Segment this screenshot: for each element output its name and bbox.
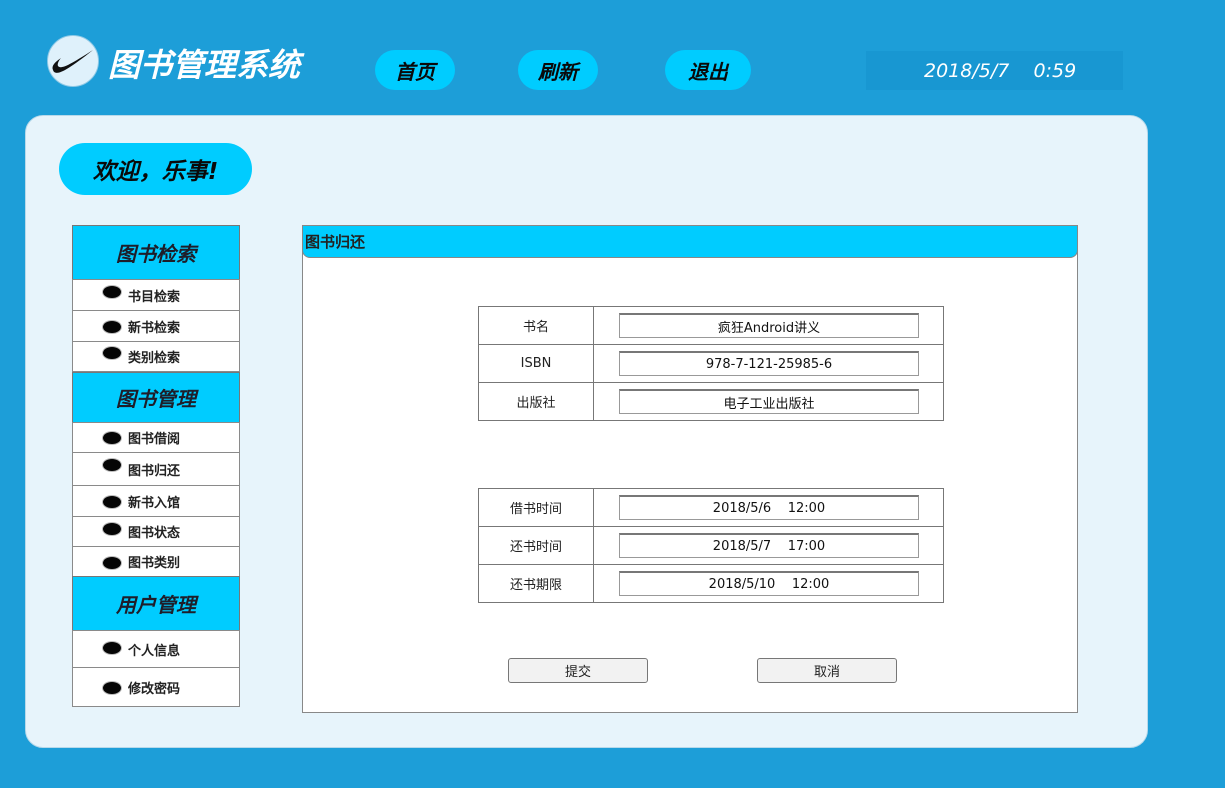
sidebar-item-catalog-search[interactable]: 书目检索	[72, 279, 240, 311]
bullet-dot-icon	[103, 682, 121, 694]
sidebar-item-label: 个人信息	[128, 643, 181, 659]
panel-title: 图书归还	[302, 225, 1078, 258]
logo-swoosh-icon	[47, 35, 99, 87]
book-title-field[interactable]: 疯狂Android讲义	[619, 313, 919, 338]
return-deadline-label: 还书期限	[478, 564, 594, 603]
sidebar-item-label: 图书借阅	[128, 432, 181, 447]
return-time-field[interactable]: 2018/5/7 17:00	[619, 533, 919, 558]
return-deadline-field[interactable]: 2018/5/10 12:00	[619, 571, 919, 596]
welcome-badge: 欢迎，乐事!	[59, 143, 252, 195]
bullet-dot-icon	[103, 557, 121, 569]
table-row: 借书时间 2018/5/6 12:00	[478, 488, 944, 527]
cancel-button[interactable]: 取消	[757, 658, 897, 683]
sidebar-item-label: 类别检索	[128, 351, 181, 366]
bullet-dot-icon	[103, 642, 121, 654]
bullet-dot-icon	[103, 432, 121, 444]
bullet-dot-icon	[103, 286, 121, 298]
bullet-dot-icon	[103, 459, 121, 471]
book-info-table: 书名 疯狂Android讲义 ISBN 978-7-121-25985-6 出版…	[478, 306, 944, 421]
bullet-dot-icon	[103, 523, 121, 535]
submit-button[interactable]: 提交	[508, 658, 648, 683]
table-row: 还书时间 2018/5/7 17:00	[478, 526, 944, 565]
sidebar-item-label: 书目检索	[128, 289, 181, 305]
bullet-dot-icon	[103, 496, 121, 508]
sidebar-section-book-search[interactable]: 图书检索	[72, 225, 240, 280]
sidebar-item-book-borrow[interactable]: 图书借阅	[72, 422, 240, 453]
sidebar-item-personal-info[interactable]: 个人信息	[72, 630, 240, 668]
sidebar-item-book-category[interactable]: 图书类别	[72, 546, 240, 577]
app-title: 图书管理系统	[108, 46, 301, 84]
sidebar-section-book-management[interactable]: 图书管理	[72, 372, 240, 423]
table-row: 还书期限 2018/5/10 12:00	[478, 564, 944, 603]
borrow-time-label: 借书时间	[478, 488, 594, 527]
sidebar-item-label: 图书类别	[128, 556, 181, 571]
borrow-time-field[interactable]: 2018/5/6 12:00	[619, 495, 919, 520]
sidebar-item-book-return[interactable]: 图书归还	[72, 452, 240, 486]
datetime-display: 2018/5/7 0:59	[866, 51, 1123, 90]
sidebar-item-label: 图书状态	[128, 526, 181, 541]
logout-button[interactable]: 退出	[665, 50, 751, 90]
publisher-label: 出版社	[478, 382, 594, 421]
book-return-panel	[302, 225, 1078, 713]
sidebar-item-label: 修改密码	[128, 681, 181, 697]
sidebar-item-new-book-search[interactable]: 新书检索	[72, 310, 240, 342]
sidebar-item-label: 新书检索	[128, 320, 181, 336]
sidebar-item-category-search[interactable]: 类别检索	[72, 341, 240, 372]
bullet-dot-icon	[103, 321, 121, 333]
table-row: 出版社 电子工业出版社	[478, 382, 944, 421]
sidebar-item-book-status[interactable]: 图书状态	[72, 516, 240, 547]
book-title-label: 书名	[478, 306, 594, 345]
sidebar-item-new-book-entry[interactable]: 新书入馆	[72, 485, 240, 517]
refresh-button[interactable]: 刷新	[518, 50, 598, 90]
sidebar-section-user-management[interactable]: 用户管理	[72, 576, 240, 631]
sidebar-item-label: 新书入馆	[128, 495, 181, 511]
home-button[interactable]: 首页	[375, 50, 455, 90]
time-info-table: 借书时间 2018/5/6 12:00 还书时间 2018/5/7 17:00 …	[478, 488, 944, 603]
isbn-field[interactable]: 978-7-121-25985-6	[619, 351, 919, 376]
table-row: ISBN 978-7-121-25985-6	[478, 344, 944, 383]
table-row: 书名 疯狂Android讲义	[478, 306, 944, 345]
return-time-label: 还书时间	[478, 526, 594, 565]
isbn-label: ISBN	[478, 344, 594, 383]
sidebar-item-label: 图书归还	[128, 463, 181, 479]
sidebar-item-change-password[interactable]: 修改密码	[72, 667, 240, 707]
bullet-dot-icon	[103, 347, 121, 359]
publisher-field[interactable]: 电子工业出版社	[619, 389, 919, 414]
